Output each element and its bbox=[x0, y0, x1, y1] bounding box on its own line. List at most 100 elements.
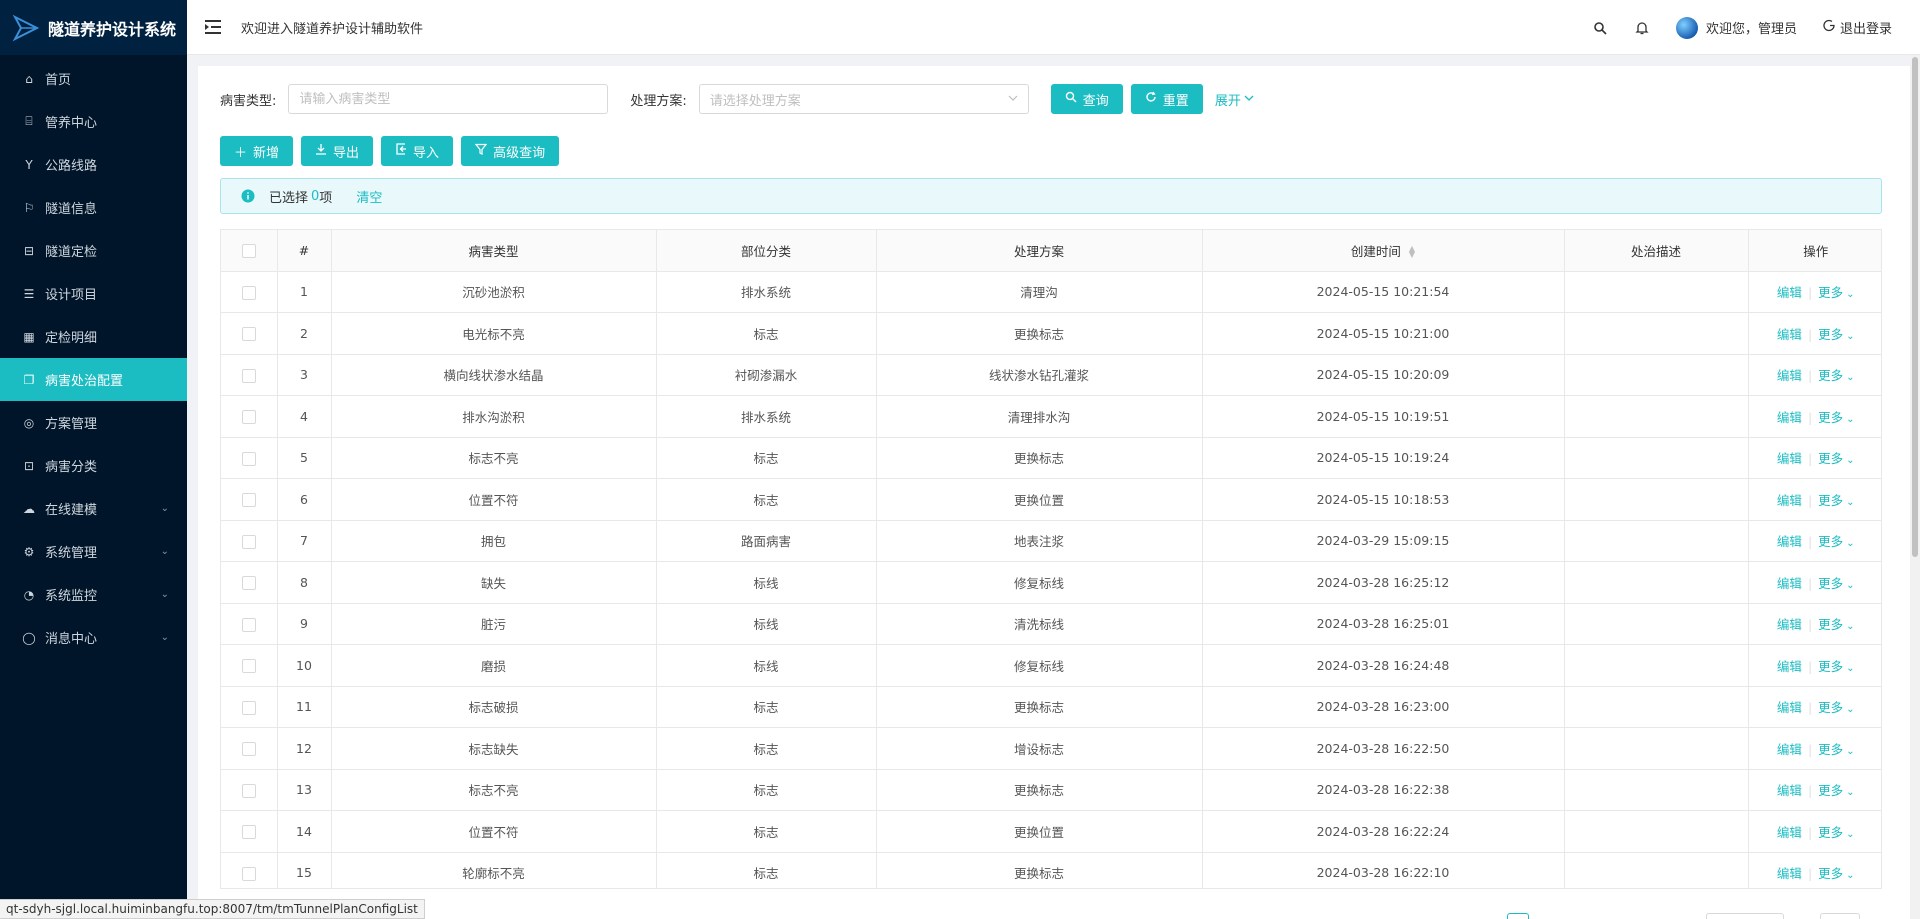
cell-description bbox=[1564, 852, 1749, 888]
cell-plan: 增设标志 bbox=[876, 727, 1203, 770]
bell-icon[interactable] bbox=[1634, 20, 1650, 36]
scrollbar-thumb[interactable] bbox=[1912, 57, 1918, 557]
import-button[interactable]: 导入 bbox=[381, 136, 454, 166]
row-checkbox[interactable] bbox=[241, 368, 256, 383]
more-dropdown[interactable]: 更多 ⌄ bbox=[1818, 410, 1854, 425]
disease-type-label: 病害类型: bbox=[220, 93, 277, 109]
sidebar-item-9[interactable]: ⊡ 病害分类 bbox=[0, 444, 187, 487]
row-checkbox[interactable] bbox=[241, 659, 256, 673]
row-checkbox[interactable] bbox=[241, 866, 256, 881]
more-dropdown[interactable]: 更多 ⌄ bbox=[1818, 368, 1854, 383]
edit-link[interactable]: 编辑 bbox=[1777, 451, 1802, 466]
row-checkbox[interactable] bbox=[241, 825, 256, 839]
pagination-jumper[interactable] bbox=[1820, 913, 1860, 919]
avatar bbox=[1675, 16, 1698, 39]
row-checkbox[interactable] bbox=[241, 285, 256, 300]
query-button[interactable]: 查询 bbox=[1050, 84, 1123, 114]
row-checkbox[interactable] bbox=[241, 576, 256, 590]
edit-link[interactable]: 编辑 bbox=[1777, 783, 1802, 798]
pagination-item[interactable] bbox=[1507, 913, 1529, 919]
edit-link[interactable]: 编辑 bbox=[1777, 617, 1802, 632]
edit-link[interactable]: 编辑 bbox=[1777, 285, 1802, 300]
expand-label: 展开 bbox=[1214, 93, 1241, 109]
more-dropdown[interactable]: 更多 ⌄ bbox=[1818, 285, 1854, 300]
sidebar-item-13[interactable]: ◯ 消息中心 ⌄ bbox=[0, 616, 187, 659]
search-icon[interactable] bbox=[1592, 20, 1608, 36]
select-all-checkbox[interactable] bbox=[241, 244, 256, 258]
row-checkbox[interactable] bbox=[241, 451, 256, 466]
row-checkbox[interactable] bbox=[241, 783, 256, 798]
sidebar-item-label: 设计项目 bbox=[45, 288, 98, 303]
col-created-time[interactable]: 创建时间 ▲ ▼ bbox=[1202, 230, 1565, 272]
add-button[interactable]: ＋ 新增 bbox=[220, 136, 294, 166]
edit-link[interactable]: 编辑 bbox=[1777, 410, 1802, 425]
more-dropdown[interactable]: 更多 ⌄ bbox=[1818, 327, 1854, 342]
row-checkbox[interactable] bbox=[241, 327, 256, 341]
row-checkbox[interactable] bbox=[241, 617, 256, 632]
sidebar-item-7[interactable]: ❐ 病害处治配置 bbox=[0, 358, 187, 401]
row-checkbox[interactable] bbox=[241, 534, 256, 549]
cell-part: 标线 bbox=[656, 603, 877, 645]
edit-link[interactable]: 编辑 bbox=[1777, 576, 1802, 591]
sidebar-item-1[interactable]: ⌸ 管养中心 bbox=[0, 100, 187, 143]
disease-type-input[interactable] bbox=[288, 84, 609, 114]
cell-index: 14 bbox=[277, 810, 332, 853]
plan-select[interactable]: 请选择处理方案 bbox=[698, 84, 1029, 114]
sidebar-item-6[interactable]: ▦ 定检明细 bbox=[0, 315, 187, 358]
row-checkbox[interactable] bbox=[241, 700, 256, 715]
cell-disease-type: 磨损 bbox=[331, 644, 657, 687]
more-dropdown[interactable]: 更多 ⌄ bbox=[1818, 700, 1854, 715]
edit-link[interactable]: 编辑 bbox=[1777, 368, 1802, 383]
row-checkbox[interactable] bbox=[241, 742, 256, 756]
cell-actions: 编辑 | 更多 ⌄ bbox=[1748, 852, 1881, 888]
edit-link[interactable]: 编辑 bbox=[1777, 327, 1802, 342]
edit-link[interactable]: 编辑 bbox=[1777, 866, 1802, 881]
menu-fold-icon[interactable] bbox=[203, 17, 223, 37]
clear-selection-link[interactable]: 清空 bbox=[356, 187, 382, 206]
col-part: 部位分类 bbox=[656, 230, 877, 272]
cell-actions: 编辑 | 更多 ⌄ bbox=[1748, 478, 1881, 521]
edit-link[interactable]: 编辑 bbox=[1777, 493, 1802, 508]
sidebar-item-11[interactable]: ⚙ 系统管理 ⌄ bbox=[0, 530, 187, 573]
more-dropdown[interactable]: 更多 ⌄ bbox=[1818, 659, 1854, 674]
sidebar-item-12[interactable]: ◔ 系统监控 ⌄ bbox=[0, 573, 187, 616]
export-button[interactable]: 导出 bbox=[301, 136, 374, 166]
edit-link[interactable]: 编辑 bbox=[1777, 742, 1802, 757]
edit-link[interactable]: 编辑 bbox=[1777, 825, 1802, 840]
more-dropdown[interactable]: 更多 ⌄ bbox=[1818, 576, 1854, 591]
cell-part: 标志 bbox=[656, 686, 877, 728]
sidebar-item-5[interactable]: ☰ 设计项目 bbox=[0, 272, 187, 315]
edit-link[interactable]: 编辑 bbox=[1777, 700, 1802, 715]
edit-link[interactable]: 编辑 bbox=[1777, 534, 1802, 549]
more-dropdown[interactable]: 更多 ⌄ bbox=[1818, 451, 1854, 466]
more-dropdown[interactable]: 更多 ⌄ bbox=[1818, 825, 1854, 840]
cell-created-time: 2024-03-28 16:22:10 bbox=[1202, 852, 1565, 888]
row-checkbox[interactable] bbox=[241, 410, 256, 424]
sidebar-item-8[interactable]: ◎ 方案管理 bbox=[0, 401, 187, 444]
page-scrollbar[interactable] bbox=[1910, 55, 1920, 919]
row-checkbox[interactable] bbox=[241, 493, 256, 507]
sidebar-item-10[interactable]: ☁ 在线建模 ⌄ bbox=[0, 487, 187, 530]
more-dropdown[interactable]: 更多 ⌄ bbox=[1818, 783, 1854, 798]
logout-button[interactable]: 退出登录 bbox=[1823, 18, 1892, 37]
advanced-query-button[interactable]: 高级查询 bbox=[461, 136, 560, 166]
more-dropdown[interactable]: 更多 ⌄ bbox=[1818, 534, 1854, 549]
sidebar-item-3[interactable]: ⚐ 隧道信息 bbox=[0, 186, 187, 229]
more-dropdown[interactable]: 更多 ⌄ bbox=[1818, 742, 1854, 757]
expand-toggle[interactable]: 展开 bbox=[1215, 90, 1254, 109]
sidebar-item-2[interactable]: Y 公路线路 bbox=[0, 143, 187, 186]
more-dropdown[interactable]: 更多 ⌄ bbox=[1818, 493, 1854, 508]
logo[interactable]: 隧道养护设计系统 bbox=[0, 0, 187, 55]
sidebar-item-4[interactable]: ⊟ 隧道定检 bbox=[0, 229, 187, 272]
plus-icon: ＋ bbox=[234, 145, 248, 161]
edit-link[interactable]: 编辑 bbox=[1777, 659, 1802, 674]
sidebar-item-0[interactable]: ⌂ 首页 bbox=[0, 57, 187, 100]
pagination-page-size-select[interactable] bbox=[1706, 913, 1784, 919]
cell-description bbox=[1564, 520, 1749, 562]
reset-button[interactable]: 重置 bbox=[1130, 84, 1203, 114]
user-menu[interactable]: 欢迎您，管理员 bbox=[1675, 16, 1797, 39]
cell-plan: 更换标志 bbox=[876, 686, 1203, 728]
sort-icon[interactable]: ▲ ▼ bbox=[1409, 245, 1415, 259]
more-dropdown[interactable]: 更多 ⌄ bbox=[1818, 617, 1854, 632]
more-dropdown[interactable]: 更多 ⌄ bbox=[1818, 866, 1854, 881]
